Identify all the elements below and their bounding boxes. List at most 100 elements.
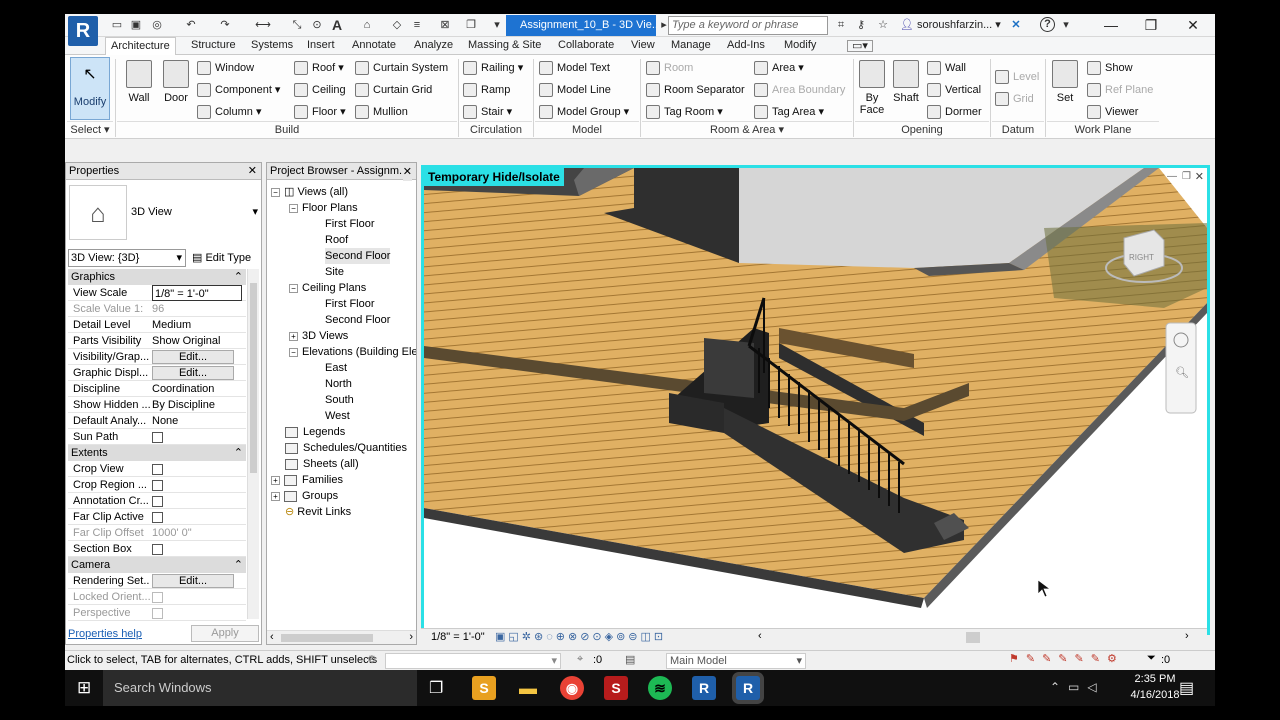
property-row[interactable]: View Scale 1/8" = 1'-0" — [68, 285, 246, 301]
design-option-select[interactable]: Main Model ▾ — [666, 653, 806, 669]
revit-active-icon[interactable]: R — [736, 676, 760, 700]
3d-view-icon[interactable]: ⌂ — [359, 17, 375, 34]
scroll-left-icon[interactable]: ‹ — [758, 630, 762, 642]
section-camera[interactable]: Camera ⌃ — [68, 557, 246, 573]
select-dropdown[interactable]: Select ▾ — [67, 121, 113, 137]
property-value[interactable]: Coordination — [152, 381, 242, 397]
viewport-vscrollbar[interactable] — [1210, 165, 1215, 628]
help-dropdown-icon[interactable]: ▾ — [1058, 17, 1074, 34]
user-account[interactable]: 👤︎ soroushfarzin... ▾ — [900, 17, 1001, 34]
exchange-icon[interactable]: ✕ — [1008, 17, 1024, 34]
viewport-restore-icon[interactable]: ❐ — [1182, 171, 1191, 182]
by-face-button[interactable]: By Face — [857, 58, 887, 116]
document-title-tab[interactable]: Assignment_10_B - 3D Vie... — [506, 15, 656, 36]
model-text-button[interactable]: Model Text — [539, 61, 610, 76]
tree-item-views[interactable]: − ◫ Views (all) — [271, 184, 348, 200]
wall-opening-button[interactable]: Wall — [927, 61, 966, 76]
tree-item-ceiling-plans[interactable]: − Ceiling Plans — [289, 280, 366, 296]
tag-area-button[interactable]: Tag Area ▾ — [754, 105, 824, 120]
tag-room-button[interactable]: Tag Room ▾ — [646, 105, 723, 120]
edit-button[interactable]: Edit... — [152, 574, 234, 588]
tree-item-west[interactable]: West — [325, 408, 350, 424]
area-boundary-button[interactable]: Area Boundary — [754, 83, 845, 98]
property-value[interactable]: None — [152, 413, 242, 429]
close-icon[interactable]: ✕ — [248, 163, 257, 180]
edit-button[interactable]: Edit... — [152, 350, 234, 364]
tab-manage[interactable]: Manage — [671, 39, 711, 51]
component-button[interactable]: Component ▾ — [197, 83, 280, 98]
instance-filter-select[interactable]: 3D View: {3D} ▾ — [68, 249, 186, 267]
crop-region-checkbox[interactable] — [152, 479, 163, 491]
column-button[interactable]: Column ▾ — [197, 105, 261, 120]
viewport-close-icon[interactable]: ✕ — [1195, 170, 1204, 183]
zoom-icon[interactable]: 🔍︎ — [1175, 366, 1189, 379]
level-button[interactable]: Level — [995, 70, 1039, 85]
tree-item-east[interactable]: East — [325, 360, 347, 376]
ceiling-button[interactable]: Ceiling — [294, 83, 346, 98]
section-box-checkbox[interactable] — [152, 543, 163, 555]
close-button[interactable]: ✕ — [1173, 14, 1213, 37]
scrollbar-thumb[interactable] — [281, 634, 373, 642]
property-value[interactable]: Medium — [152, 317, 242, 333]
tab-structure[interactable]: Structure — [191, 39, 236, 51]
viewer-button[interactable]: Viewer — [1087, 105, 1138, 120]
action-center-icon[interactable]: ▤ — [1179, 678, 1194, 698]
task-view-icon[interactable]: ❐ — [429, 678, 443, 698]
far-clip-checkbox[interactable] — [152, 511, 163, 523]
design-options-icon[interactable]: ▤ — [625, 653, 635, 666]
section-extents[interactable]: Extents ⌃ — [68, 445, 246, 461]
ref-plane-button[interactable]: Ref Plane — [1087, 83, 1153, 98]
area-button[interactable]: Area ▾ — [754, 61, 804, 76]
stair-button[interactable]: Stair ▾ — [463, 105, 512, 120]
redo-icon[interactable]: ↷ — [217, 17, 233, 34]
window-button[interactable]: Window — [197, 61, 254, 76]
view-scale-input[interactable]: 1/8" = 1'-0" — [152, 285, 242, 301]
tab-collaborate[interactable]: Collaborate — [558, 39, 614, 51]
spotify-icon[interactable]: ≋ — [648, 676, 672, 700]
scrollbar-thumb[interactable] — [250, 283, 257, 473]
tab-annotate[interactable]: Annotate — [352, 39, 396, 51]
model-line-button[interactable]: Model Line — [539, 83, 611, 98]
minimize-button[interactable]: — — [1091, 14, 1131, 37]
mullion-button[interactable]: Mullion — [355, 105, 408, 120]
set-button[interactable]: Set — [1050, 58, 1080, 104]
clock-date[interactable]: 4/16/2018 — [1125, 689, 1185, 701]
property-row[interactable]: Parts Visibility Show Original — [68, 333, 246, 349]
tab-systems[interactable]: Systems — [251, 39, 293, 51]
tree-item-floor-plans[interactable]: − Floor Plans — [289, 200, 358, 216]
restore-button[interactable]: ❐ — [1131, 14, 1171, 37]
revit-app-icon[interactable]: R — [692, 676, 716, 700]
subscription-icon[interactable]: ⚷ — [853, 17, 869, 34]
tab-view[interactable]: View — [631, 39, 655, 51]
tab-modify[interactable]: Modify — [784, 39, 816, 51]
modify-button[interactable]: ↖ Modify — [70, 57, 110, 120]
tab-analyze[interactable]: Analyze — [414, 39, 453, 51]
sublime-app-icon[interactable]: S — [472, 676, 496, 700]
dimension-icon[interactable]: ⤡ — [289, 17, 305, 34]
property-value[interactable]: Show Original — [152, 333, 242, 349]
thin-lines-icon[interactable]: ≡ — [409, 17, 425, 34]
tab-massing-site[interactable]: Massing & Site — [468, 39, 541, 51]
floor-button[interactable]: Floor ▾ — [294, 105, 346, 120]
viewport-hscroll-thumb[interactable] — [966, 632, 980, 643]
file-explorer-icon[interactable]: ▬ — [516, 676, 540, 700]
door-button[interactable]: Door — [159, 58, 193, 104]
favorites-icon[interactable]: ☆ — [875, 17, 891, 34]
windows-start-icon[interactable]: ⊞ — [77, 678, 91, 698]
edit-button[interactable]: Edit... — [152, 366, 234, 380]
open-icon[interactable]: ▭ — [109, 17, 125, 34]
section-graphics[interactable]: Graphics ⌃ — [68, 269, 246, 285]
properties-help-link[interactable]: Properties help — [68, 628, 142, 640]
property-value[interactable]: By Discipline — [152, 397, 242, 413]
tree-item-second-floor[interactable]: Second Floor — [325, 248, 391, 264]
edit-type-button[interactable]: ▤ Edit Type — [192, 249, 251, 267]
model-group-button[interactable]: Model Group ▾ — [539, 105, 629, 120]
tab-architecture[interactable]: Architecture — [105, 37, 176, 56]
measure-icon[interactable]: ⟷ — [255, 17, 271, 34]
tree-item-north[interactable]: North — [325, 376, 352, 392]
close-icon[interactable]: ✕ — [402, 164, 412, 181]
ribbon-minimize-icon[interactable]: ▭▾ — [847, 40, 873, 52]
property-row[interactable]: Detail Level Medium — [68, 317, 246, 333]
property-row[interactable]: Discipline Coordination — [68, 381, 246, 397]
tree-item-revit-links[interactable]: ⊖ Revit Links — [285, 504, 351, 520]
